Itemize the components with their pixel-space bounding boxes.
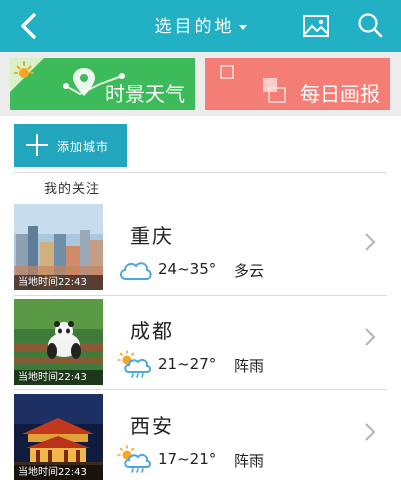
tab-daily-pictorial[interactable]: 每日画报 [205, 58, 390, 110]
city-row-chengdu[interactable]: 当地时间22:43 成都 21~27° 阵雨 [0, 293, 401, 385]
city-row-xian[interactable]: 当地时间22:43 西安 17~21° 阵雨 [0, 388, 401, 480]
city-photo: 当地时间22:43 [14, 299, 103, 385]
add-city-button[interactable]: 添加城市 [14, 124, 127, 167]
city-photo: 当地时间22:43 [14, 394, 103, 480]
destination-selector[interactable]: 选目的地 [0, 12, 401, 37]
plus-icon [26, 134, 48, 156]
tab-label: 时景天气 [105, 82, 185, 106]
city-row-chongqing[interactable]: 当地时间22:43 重庆 24~35° 多云 [0, 198, 401, 290]
search-icon [358, 13, 383, 38]
divider [14, 172, 387, 173]
city-name: 西安 [130, 414, 174, 438]
page-title: 选目的地 [154, 17, 235, 37]
add-city-label: 添加城市 [57, 140, 110, 154]
chevron-right-icon [365, 423, 376, 441]
chevron-right-icon [365, 328, 376, 346]
city-name: 成都 [130, 319, 174, 343]
top-bar: 选目的地 [0, 0, 401, 52]
sun-icon [14, 61, 34, 78]
section-title-following: 我的关注 [44, 182, 101, 197]
temperature: 24~35° [158, 260, 217, 278]
sun-cloud-rain-icon [117, 445, 151, 473]
temperature: 17~21° [158, 450, 217, 468]
image-button[interactable] [302, 12, 330, 40]
sun-cloud-rain-icon [117, 350, 151, 378]
tab-label: 每日画报 [300, 82, 380, 106]
city-name: 重庆 [130, 224, 174, 248]
weather-condition: 多云 [234, 262, 265, 280]
weather-condition: 阵雨 [234, 357, 265, 375]
local-time: 当地时间22:43 [14, 275, 103, 290]
caret-down-icon [238, 24, 247, 30]
temperature: 21~27° [158, 355, 217, 373]
local-time: 当地时间22:43 [14, 465, 103, 480]
cloud-icon [120, 262, 152, 280]
tab-scenic-weather[interactable]: 时景天气 [10, 58, 195, 110]
local-time: 当地时间22:43 [14, 370, 103, 385]
image-icon [303, 15, 329, 37]
chevron-right-icon [365, 233, 376, 251]
squares-icon [220, 65, 286, 103]
search-button[interactable] [356, 11, 384, 39]
weather-condition: 阵雨 [234, 452, 265, 470]
city-photo: 当地时间22:43 [14, 204, 103, 290]
